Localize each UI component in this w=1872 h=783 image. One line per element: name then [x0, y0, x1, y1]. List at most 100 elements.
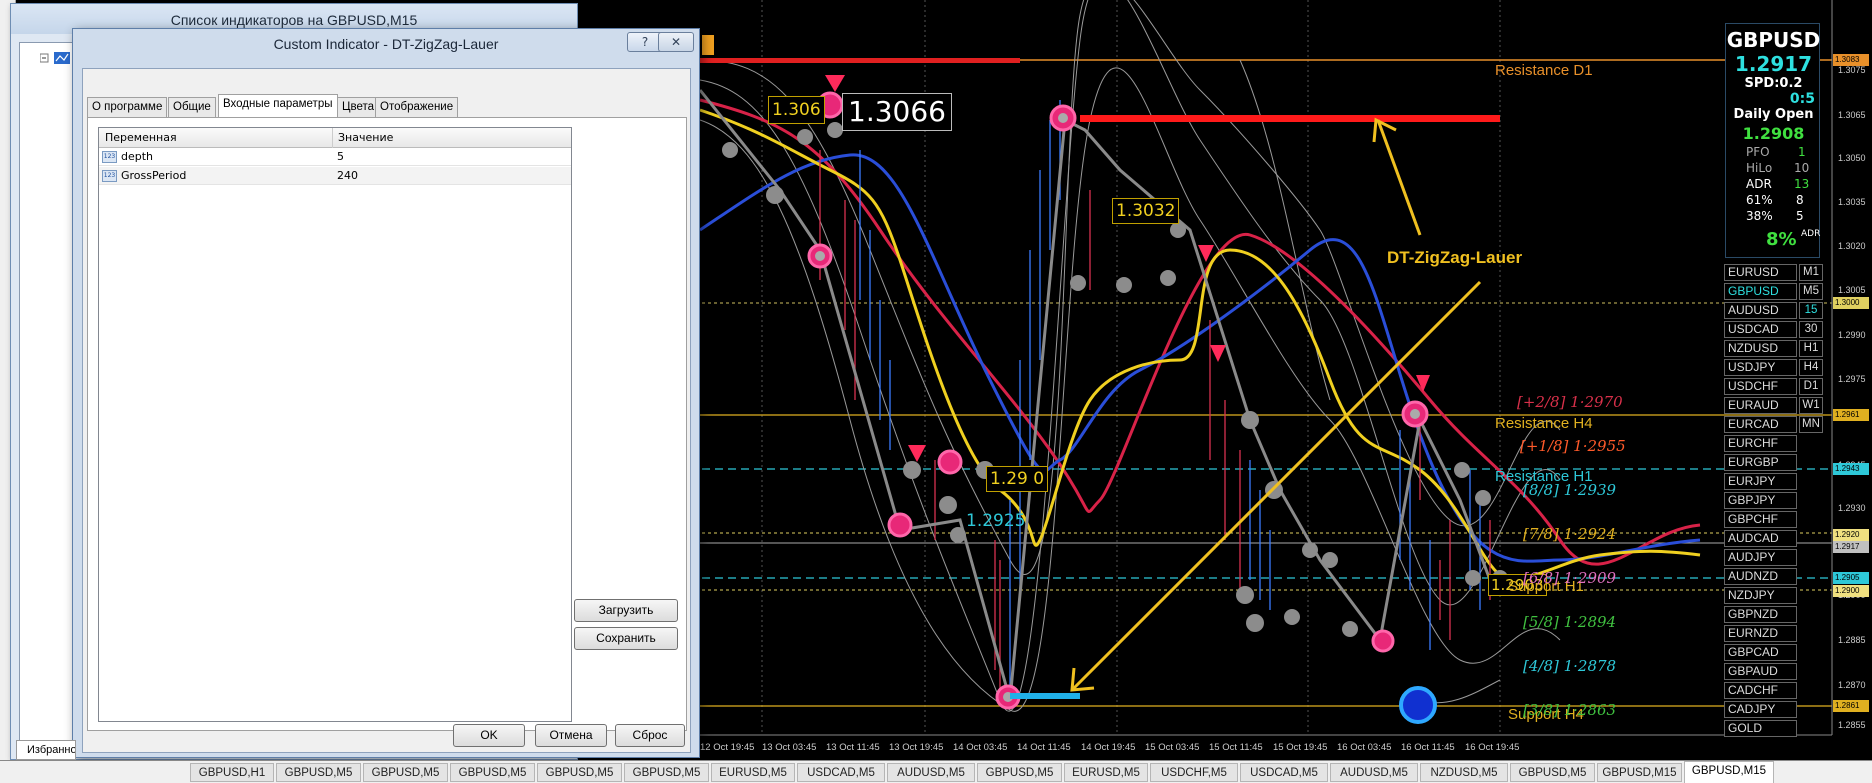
chart-tab[interactable]: GBPUSD,M5 — [1510, 763, 1595, 782]
chart-tabs-bar: GBPUSD,H1 GBPUSD,M5 GBPUSD,M5 GBPUSD,M5 GBPU… — [0, 760, 1872, 783]
stat-value: 1 — [1798, 145, 1806, 159]
symbol-button[interactable]: EURJPY — [1724, 473, 1797, 490]
symbol-button[interactable]: AUDNZD — [1724, 568, 1797, 585]
chart-tab[interactable]: USDCHF,M5 — [1150, 763, 1238, 782]
tab-common[interactable]: Общие — [168, 97, 216, 117]
chart-tab[interactable]: EURUSD,M5 — [1064, 763, 1148, 782]
stat-label: 61% — [1746, 193, 1773, 207]
timeframe-button[interactable]: M5 — [1799, 283, 1823, 300]
close-button[interactable]: ✕ — [658, 32, 694, 52]
price-tag: 1.2905 — [1833, 572, 1869, 584]
reset-button[interactable]: Сброс — [615, 724, 685, 747]
chart-tab[interactable]: USDCAD,M5 — [797, 763, 885, 782]
timeframe-button[interactable]: 30 — [1799, 321, 1823, 338]
price-axis-label: 1.2975 — [1838, 374, 1866, 384]
chart-tab[interactable]: EURUSD,M5 — [711, 763, 795, 782]
cancel-button[interactable]: Отмена — [535, 724, 607, 747]
symbol-button[interactable]: EURAUD — [1724, 397, 1797, 414]
symbol-button[interactable]: GBPNZD — [1724, 606, 1797, 623]
param-row[interactable]: 123 GrossPeriod 240 — [99, 167, 571, 185]
tab-colors[interactable]: Цвета — [337, 97, 380, 117]
murrey-level: [3/8] 1·2863 — [1523, 701, 1617, 719]
timeframe-button[interactable]: H1 — [1799, 340, 1823, 357]
symbol-button[interactable]: EURGBP — [1724, 454, 1797, 471]
symbol-button[interactable]: GBPCAD — [1724, 644, 1797, 661]
tab-inputs[interactable]: Входные параметры — [218, 94, 338, 118]
favorites-tab[interactable]: Избранное — [16, 740, 76, 760]
adr-suffix: ADR — [1801, 229, 1821, 239]
column-variable[interactable]: Переменная — [105, 128, 177, 148]
symbol-button[interactable]: GBPCHF — [1724, 511, 1797, 528]
parameters-grid: Переменная Значение 123 depth 5 123 Gros… — [98, 127, 572, 722]
symbol-button[interactable]: EURUSD — [1724, 264, 1797, 281]
time-axis-label: 14 Oct 11:45 — [1017, 742, 1071, 753]
symbol-button[interactable]: EURCAD — [1724, 416, 1797, 433]
timeframe-button[interactable]: MN — [1799, 416, 1823, 433]
time-axis-label: 16 Oct 11:45 — [1401, 742, 1455, 753]
chart-tab[interactable]: AUDUSD,M5 — [887, 763, 975, 782]
chart-tab[interactable]: GBPUSD,M5 — [276, 763, 361, 782]
symbol-button[interactable]: CADCHF — [1724, 682, 1797, 699]
symbol-button[interactable]: EURCHF — [1724, 435, 1797, 452]
symbol-button[interactable]: EURNZD — [1724, 625, 1797, 642]
symbol-button[interactable]: USDJPY — [1724, 359, 1797, 376]
symbol-button[interactable]: GBPUSD — [1724, 283, 1797, 300]
chart-tab[interactable]: GBPUSD,M5 — [363, 763, 448, 782]
dialog-title: Custom Indicator - DT-ZigZag-Lauer — [273, 36, 499, 52]
stat-value: 10 — [1794, 161, 1810, 175]
symbol-button[interactable]: GBPAUD — [1724, 663, 1797, 680]
param-row[interactable]: 123 depth 5 — [99, 148, 571, 166]
symbol-button[interactable]: USDCAD — [1724, 321, 1797, 338]
load-button[interactable]: Загрузить — [574, 599, 678, 622]
time-left: 0:5 — [1789, 91, 1815, 107]
column-value[interactable]: Значение — [332, 128, 393, 148]
number-icon: 123 — [102, 151, 117, 163]
tab-about[interactable]: О программе — [87, 97, 168, 117]
param-value[interactable]: 240 — [337, 167, 358, 185]
ok-button[interactable]: OK — [453, 724, 525, 747]
zigzag-price-label: 1.3032 — [1112, 198, 1180, 224]
timeframe-button[interactable]: M1 — [1799, 264, 1823, 281]
daily-open-label: Daily Open — [1733, 107, 1814, 122]
symbol-button[interactable]: AUDCAD — [1724, 530, 1797, 547]
symbol-button[interactable]: AUDJPY — [1724, 549, 1797, 566]
chart-tab[interactable]: NZDUSD,M5 — [1420, 763, 1508, 782]
param-name: GrossPeriod — [121, 169, 187, 182]
save-button[interactable]: Сохранить — [574, 627, 678, 650]
timeframe-button[interactable]: 15 — [1799, 302, 1823, 319]
symbol-button[interactable]: USDCHF — [1724, 378, 1797, 395]
timeframe-button[interactable]: W1 — [1799, 397, 1823, 414]
symbol-button[interactable]: GOLD — [1724, 720, 1797, 737]
symbol-button[interactable]: GBPJPY — [1724, 492, 1797, 509]
murrey-level: [8/8] 1·2939 — [1523, 481, 1617, 499]
time-axis-label: 16 Oct 03:45 — [1337, 742, 1392, 753]
murrey-level: [5/8] 1·2894 — [1523, 613, 1617, 631]
level-label-resistance-h4: Resistance H4 — [1495, 415, 1593, 432]
stat-label: PFO — [1746, 145, 1770, 159]
chart-tab[interactable]: GBPUSD,M5 — [624, 763, 709, 782]
chart-tab[interactable]: AUDUSD,M5 — [1330, 763, 1418, 782]
time-axis-label: 13 Oct 03:45 — [762, 742, 817, 753]
chart-tab[interactable]: GBPUSD,M5 — [977, 763, 1062, 782]
param-value[interactable]: 5 — [337, 148, 344, 166]
chart-tab[interactable]: GBPUSD,M15 — [1597, 763, 1682, 782]
chart-tab[interactable]: GBPUSD,H1 — [190, 763, 274, 782]
zone-bar-2 — [1080, 115, 1500, 122]
price-tag: 1.2900 — [1833, 585, 1869, 597]
chart-tab[interactable]: GBPUSD,M5 — [450, 763, 535, 782]
symbol-button[interactable]: NZDUSD — [1724, 340, 1797, 357]
price-axis-label: 1.3005 — [1838, 285, 1866, 295]
chart-tab[interactable]: USDCAD,M5 — [1240, 763, 1328, 782]
chart-tab[interactable]: GBPUSD,M15 — [1684, 761, 1774, 783]
symbol-button[interactable]: AUDUSD — [1724, 302, 1797, 319]
symbol-button[interactable]: CADJPY — [1724, 701, 1797, 718]
price-axis-label: 1.2930 — [1838, 503, 1866, 513]
chart-tab[interactable]: GBPUSD,M5 — [537, 763, 622, 782]
symbol-button[interactable]: NZDJPY — [1724, 587, 1797, 604]
price-axis-label: 1.2885 — [1838, 635, 1866, 645]
timeframe-button[interactable]: D1 — [1799, 378, 1823, 395]
spread-label: SPD: — [1744, 76, 1780, 91]
timeframe-button[interactable]: H4 — [1799, 359, 1823, 376]
tab-visualization[interactable]: Отображение — [375, 97, 459, 117]
level-label-resistance-d1: Resistance D1 — [1495, 62, 1593, 79]
